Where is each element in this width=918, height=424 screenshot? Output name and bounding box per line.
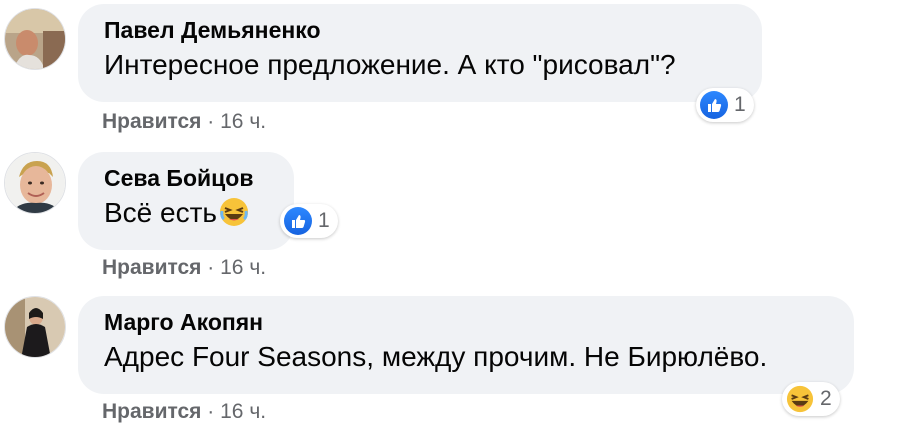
separator: · [207,400,215,423]
reaction-count: 2 [820,387,832,410]
haha-emoji-icon [219,197,249,227]
like-icon [284,207,312,235]
like-link[interactable]: Нравится [102,110,201,133]
comment-text: Всё есть [104,194,268,232]
reaction-summary[interactable]: 1 [280,204,338,238]
timestamp[interactable]: 16 ч. [220,256,266,279]
avatar[interactable] [4,296,66,358]
comment-bubble: Павел Демьяненко Интересное предложение.… [78,4,762,102]
author-name[interactable]: Павел Демьяненко [104,16,736,44]
comment-text: Интересное предложение. А кто "рисовал"? [104,49,676,80]
avatar[interactable] [4,8,66,70]
comment-meta: Нравится · 16 ч. [102,256,266,280]
comment-meta: Нравится · 16 ч. [102,110,266,134]
comment-bubble: Марго Акопян Адрес Four Seasons, между п… [78,296,854,394]
author-name[interactable]: Сева Бойцов [104,164,268,192]
comment-bubble: Сева Бойцов Всё есть [78,152,294,250]
comment-text: Адрес Four Seasons, между прочим. Не Бир… [104,341,768,372]
timestamp[interactable]: 16 ч. [220,110,266,133]
author-name[interactable]: Марго Акопян [104,308,828,336]
reaction-summary[interactable]: 1 [696,88,754,122]
reaction-summary[interactable]: 2 [782,382,840,416]
avatar[interactable] [4,152,66,214]
comment-meta: Нравится · 16 ч. [102,400,266,424]
haha-icon [786,385,814,413]
like-link[interactable]: Нравится [102,256,201,279]
reaction-count: 1 [734,93,746,116]
reaction-count: 1 [318,209,330,232]
comment-text-content: Всё есть [104,197,218,228]
separator: · [207,110,215,133]
like-icon [700,91,728,119]
like-link[interactable]: Нравится [102,400,201,423]
separator: · [207,256,215,279]
timestamp[interactable]: 16 ч. [220,400,266,423]
